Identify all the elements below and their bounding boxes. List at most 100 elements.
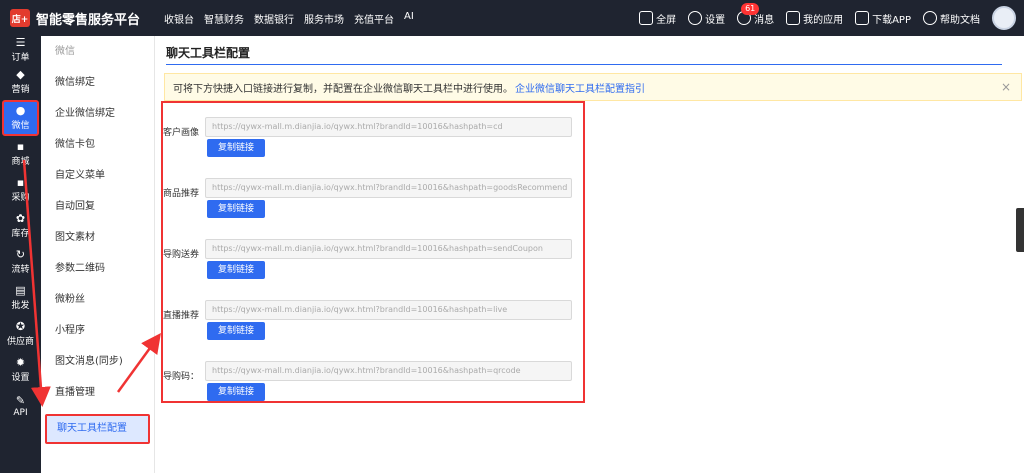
close-icon[interactable]: × (1001, 80, 1011, 94)
sidebar-item-orders[interactable]: ☰ 订单 (0, 36, 41, 64)
message-count-badge: 61 (741, 2, 760, 15)
subnav-item-chat-toolbar[interactable]: 聊天工具栏配置 (45, 414, 150, 444)
subnav-item-card-package[interactable]: 微信卡包 (41, 129, 154, 160)
copy-link-button[interactable]: 复制链接 (207, 261, 265, 279)
brand-logo: 店+ (10, 9, 30, 27)
messages-button[interactable]: 61 消息 (737, 2, 774, 26)
brand-name: 智能零售服务平台 (36, 12, 141, 28)
link-url-field[interactable]: https://qywx-mall.m.dianjia.io/qywx.html… (205, 117, 572, 137)
subnav-item-custom-menu[interactable]: 自定义菜单 (41, 160, 154, 191)
link-url-field[interactable]: https://qywx-mall.m.dianjia.io/qywx.html… (205, 361, 572, 381)
subnav-item-work-wechat-binding[interactable]: 企业微信绑定 (41, 98, 154, 129)
notice-banner: 可将下方快捷入口链接进行复制，并配置在企业微信聊天工具栏中进行使用。 企业微信聊… (164, 73, 1022, 101)
sidebar-item-label: 订单 (11, 53, 30, 63)
settings-label: 设置 (705, 14, 726, 26)
link-label: 商品推荐 (163, 189, 200, 199)
copy-link-button[interactable]: 复制链接 (207, 139, 265, 157)
help-docs-button[interactable]: 帮助文档 (923, 11, 980, 26)
sidebar-item-label: API (13, 407, 28, 418)
copy-link-button[interactable]: 复制链接 (207, 322, 265, 340)
subnav-item-news-sync[interactable]: 图文消息(同步) (41, 346, 154, 377)
help-icon (923, 11, 937, 25)
tag-icon: ◆ (16, 68, 25, 81)
transfer-icon: ↻ (15, 248, 26, 261)
link-label: 客户画像 (163, 128, 200, 138)
subnav-item-media[interactable]: 图文素材 (41, 222, 154, 253)
fullscreen-button[interactable]: 全屏 (639, 11, 676, 26)
download-app-label: 下载APP (872, 14, 911, 26)
cart-icon: ▪ (16, 140, 25, 153)
sidebar-item-label: 采购 (11, 193, 30, 203)
sidebar-item-mall[interactable]: ▪ 商城 (0, 136, 41, 172)
sidebar-item-marketing[interactable]: ◆ 营销 (0, 64, 41, 100)
top-nav-item-cashier[interactable]: 收银台 (164, 11, 194, 26)
cube-icon (786, 11, 801, 25)
download-icon (855, 11, 870, 25)
side-handle[interactable] (1016, 208, 1024, 252)
plug-icon: ✎ (15, 393, 26, 407)
sidebar-item-label: 微信 (11, 121, 30, 131)
link-url-field[interactable]: https://qywx-mall.m.dianjia.io/qywx.html… (205, 178, 572, 198)
top-nav-item-finance[interactable]: 智慧财务 (204, 11, 244, 26)
copy-link-button[interactable]: 复制链接 (207, 200, 265, 218)
notice-text: 可将下方快捷入口链接进行复制，并配置在企业微信聊天工具栏中进行使用。 (173, 83, 513, 95)
boxes-icon: ✿ (15, 212, 26, 225)
page-title: 聊天工具栏配置 (166, 46, 251, 60)
sidebar-item-label: 商城 (11, 157, 30, 167)
brand[interactable]: 店+ 智能零售服务平台 (0, 0, 160, 36)
my-apps-button[interactable]: 我的应用 (786, 11, 843, 26)
fullscreen-label: 全屏 (656, 14, 677, 26)
copy-link-button[interactable]: 复制链接 (207, 383, 265, 401)
gear-icon (688, 11, 703, 25)
sidebar-item-label: 流转 (11, 265, 30, 275)
help-docs-label: 帮助文档 (940, 14, 980, 26)
top-nav-item-market[interactable]: 服务市场 (304, 11, 344, 26)
sidebar-item-purchase[interactable]: ▪ 采购 (0, 172, 41, 208)
link-url-field[interactable]: https://qywx-mall.m.dianjia.io/qywx.html… (205, 239, 572, 259)
sidebar-item-transfer[interactable]: ↻ 流转 (0, 244, 41, 280)
title-divider (166, 64, 1002, 65)
subnav-item-wechat-binding[interactable]: 微信绑定 (41, 67, 154, 98)
sidebar-item-label: 库存 (11, 229, 30, 239)
download-app-button[interactable]: 下载APP (855, 11, 911, 26)
sidebar-item-supplier[interactable]: ✪ 供应商 (0, 316, 41, 352)
settings-button[interactable]: 设置 (688, 11, 725, 26)
my-apps-label: 我的应用 (803, 14, 844, 26)
subnav-item-live[interactable]: 直播管理 (41, 377, 154, 408)
top-nav-item-recharge[interactable]: 充值平台 (354, 11, 394, 26)
top-bar: 店+ 智能零售服务平台 收银台 智慧财务 数据银行 服务市场 充值平台 AI 全… (0, 0, 1024, 36)
avatar[interactable] (992, 6, 1016, 30)
top-nav-item-databank[interactable]: 数据银行 (254, 11, 294, 26)
sidebar-item-wechat[interactable]: ● 微信 (2, 100, 39, 136)
cart-icon: ▪ (16, 176, 25, 189)
links-panel: 客户画像 https://qywx-mall.m.dianjia.io/qywx… (161, 101, 585, 403)
link-url-field[interactable]: https://qywx-mall.m.dianjia.io/qywx.html… (205, 300, 572, 320)
sidebar-item-wholesale[interactable]: ▤ 批发 (0, 280, 41, 316)
sidebar-item-inventory[interactable]: ✿ 库存 (0, 208, 41, 244)
sidebar-item-api[interactable]: ✎ API (0, 388, 41, 424)
wechat-icon: ● (15, 104, 26, 117)
menu-icon: ☰ (15, 36, 26, 49)
fullscreen-icon (639, 11, 654, 25)
link-label: 直播推荐 (163, 311, 200, 321)
top-nav-item-ai[interactable]: AI (404, 11, 414, 26)
subnav-item-auto-reply[interactable]: 自动回复 (41, 191, 154, 222)
subnav-header: 微信 (55, 46, 75, 57)
top-right-tools: 全屏 设置 61 消息 我的应用 下载APP 帮助文档 (639, 0, 1016, 36)
subnav-item-qrcode[interactable]: 参数二维码 (41, 253, 154, 284)
supplier-icon: ✪ (15, 320, 26, 333)
secondary-sidebar: 微信 微信绑定 企业微信绑定 微信卡包 自定义菜单 自动回复 图文素材 参数二维… (41, 36, 155, 473)
list-icon: ▤ (15, 284, 26, 297)
link-label: 导购码： (163, 372, 200, 382)
primary-sidebar: ☰ 订单 ◆ 营销 ● 微信 ▪ 商城 ▪ 采购 ✿ 库存 ↻ 流转 ▤ 批发 … (0, 36, 41, 473)
sidebar-item-label: 批发 (11, 301, 30, 311)
notice-guide-link[interactable]: 企业微信聊天工具栏配置指引 (515, 80, 645, 95)
sidebar-item-settings[interactable]: ✹ 设置 (0, 352, 41, 388)
main-content: 聊天工具栏配置 可将下方快捷入口链接进行复制，并配置在企业微信聊天工具栏中进行使… (156, 36, 1024, 473)
sidebar-item-label: 设置 (11, 373, 30, 383)
sidebar-item-label: 供应商 (6, 337, 34, 347)
subnav-item-mini-program[interactable]: 小程序 (41, 315, 154, 346)
sidebar-item-label: 营销 (11, 85, 30, 95)
top-nav: 收银台 智慧财务 数据银行 服务市场 充值平台 AI (164, 11, 414, 26)
subnav-item-fans[interactable]: 微粉丝 (41, 284, 154, 315)
